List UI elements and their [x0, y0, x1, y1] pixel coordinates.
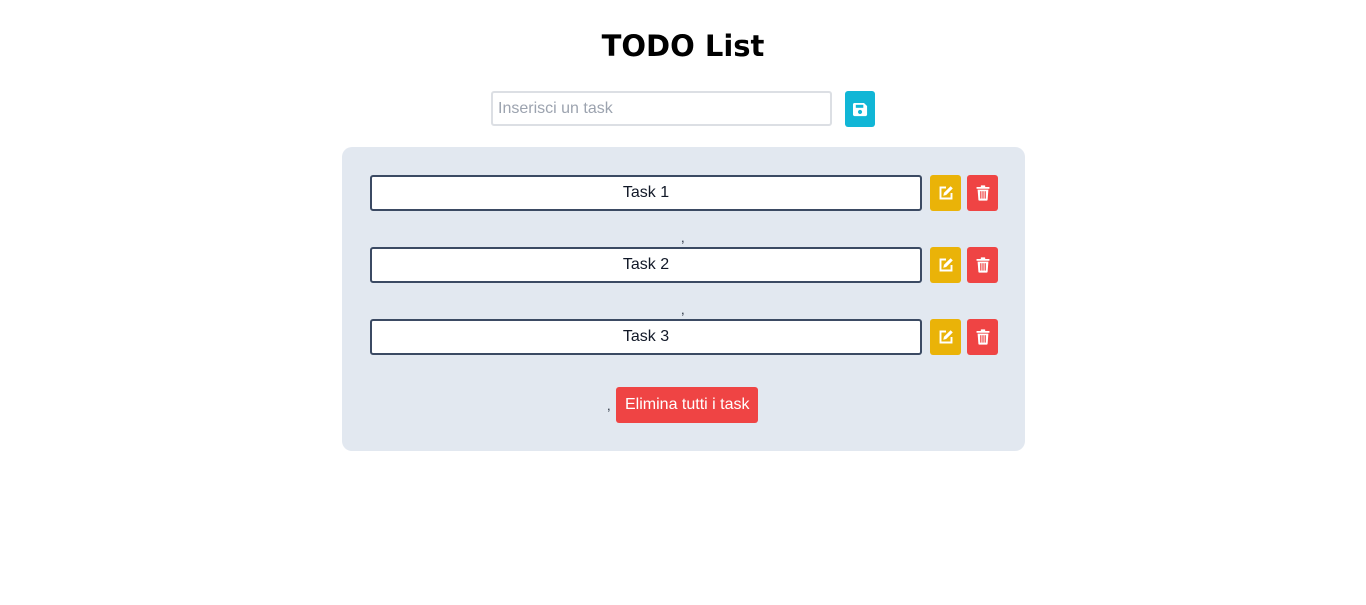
- list-separator: ,: [681, 302, 685, 317]
- edit-task-button[interactable]: [930, 175, 961, 211]
- task-input[interactable]: [491, 91, 832, 126]
- save-task-button[interactable]: [845, 91, 875, 127]
- list-separator: ,: [607, 398, 611, 413]
- edit-task-button[interactable]: [930, 319, 961, 355]
- delete-task-button[interactable]: [967, 319, 998, 355]
- task-item: Task 1: [370, 175, 998, 211]
- delete-all-tasks-button[interactable]: Elimina tutti i task: [616, 387, 759, 423]
- trash-icon: [976, 257, 989, 273]
- task-list-panel: Task 1 , Task 2 , Task 3 , Elimina tutti…: [342, 147, 1025, 451]
- task-text[interactable]: Task 1: [370, 175, 922, 211]
- edit-icon: [939, 330, 953, 344]
- list-separator: ,: [681, 230, 685, 245]
- trash-icon: [976, 185, 989, 201]
- save-icon: [852, 102, 867, 116]
- page-title: TODO List: [601, 29, 765, 63]
- task-item: Task 2: [370, 247, 998, 283]
- task-text[interactable]: Task 2: [370, 247, 922, 283]
- delete-task-button[interactable]: [967, 247, 998, 283]
- task-text[interactable]: Task 3: [370, 319, 922, 355]
- edit-icon: [939, 186, 953, 200]
- trash-icon: [976, 329, 989, 345]
- delete-task-button[interactable]: [967, 175, 998, 211]
- todo-app: TODO List Task 1: [0, 0, 1366, 605]
- edit-task-button[interactable]: [930, 247, 961, 283]
- task-item: Task 3: [370, 319, 998, 355]
- edit-icon: [939, 258, 953, 272]
